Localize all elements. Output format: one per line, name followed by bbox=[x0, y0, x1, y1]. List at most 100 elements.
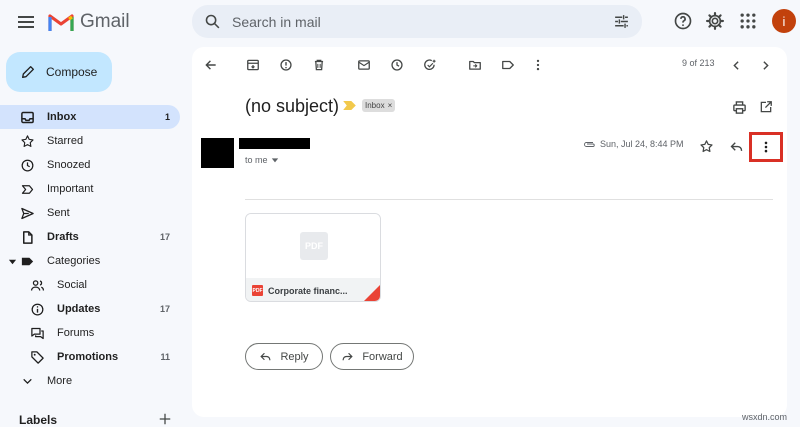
draft-count: 17 bbox=[159, 232, 170, 242]
mark-unread-button[interactable] bbox=[354, 55, 374, 75]
account-avatar[interactable]: i bbox=[772, 9, 796, 33]
sidebar-item-starred[interactable]: Starred bbox=[0, 129, 180, 153]
caret-down-icon bbox=[271, 158, 278, 163]
watermark-text: wsxdn.com bbox=[742, 412, 788, 422]
sender-name-redacted bbox=[239, 138, 310, 149]
clock-icon bbox=[21, 159, 33, 171]
settings-button[interactable] bbox=[705, 11, 725, 31]
open-new-window-button[interactable] bbox=[756, 97, 776, 117]
sidebar-item-social[interactable]: Social bbox=[0, 273, 180, 297]
label-outline-icon bbox=[502, 60, 514, 70]
sidebar-item-inbox[interactable]: Inbox 1 bbox=[0, 105, 180, 129]
apps-grid-icon bbox=[740, 13, 756, 29]
sidebar-item-label: Inbox bbox=[47, 111, 77, 123]
plus-icon bbox=[159, 413, 171, 425]
attachment-card[interactable]: PDF PDF Corporate financ... bbox=[245, 213, 381, 302]
sidebar-item-label: Promotions bbox=[57, 351, 119, 363]
trash-icon bbox=[314, 59, 324, 71]
attachment-filename: Corporate financ... bbox=[268, 285, 348, 296]
message-date: Sun, Jul 24, 8:44 PM bbox=[583, 139, 684, 149]
sidebar-item-label: Social bbox=[57, 279, 87, 291]
sidebar-item-label: Snoozed bbox=[47, 159, 91, 171]
chevron-right-icon bbox=[762, 60, 769, 70]
labels-button[interactable] bbox=[498, 55, 518, 75]
gear-icon bbox=[706, 12, 724, 30]
updates-count: 17 bbox=[159, 304, 170, 314]
report-spam-button[interactable] bbox=[276, 55, 296, 75]
sidebar-item-forums[interactable]: Forums bbox=[0, 321, 180, 345]
sidebar-item-label: Sent bbox=[47, 207, 70, 219]
paperclip-icon bbox=[584, 142, 595, 147]
sidebar-item-label: Important bbox=[47, 183, 94, 195]
sidebar-item-more[interactable]: More bbox=[0, 369, 180, 393]
inbox-label-chip[interactable]: Inbox × bbox=[362, 99, 396, 112]
info-icon bbox=[31, 303, 43, 315]
toolbar-more-button[interactable] bbox=[528, 55, 548, 75]
important-marker-icon[interactable] bbox=[343, 101, 356, 110]
archive-button[interactable] bbox=[243, 55, 263, 75]
message-view: 9 of 213 (no subject) Inbox × to me Sun,… bbox=[192, 47, 787, 417]
older-button[interactable] bbox=[755, 55, 775, 75]
compose-label: Compose bbox=[46, 65, 98, 79]
sidebar-item-label: Forums bbox=[57, 327, 95, 339]
forward-label: Forward bbox=[362, 350, 403, 363]
quick-reply-button[interactable] bbox=[726, 136, 746, 156]
sidebar-item-label: Drafts bbox=[47, 231, 79, 243]
newer-button[interactable] bbox=[726, 55, 746, 75]
caret-down-icon[interactable] bbox=[8, 257, 17, 266]
main-menu-button[interactable] bbox=[14, 10, 38, 34]
attachment-preview: PDF bbox=[246, 214, 380, 278]
sidebar-item-promotions[interactable]: Promotions 11 bbox=[0, 345, 180, 369]
sidebar-item-sent[interactable]: Sent bbox=[0, 201, 180, 225]
sidebar-item-important[interactable]: Important bbox=[0, 177, 180, 201]
compose-button[interactable]: Compose bbox=[6, 52, 112, 92]
sidebar-item-drafts[interactable]: Drafts 17 bbox=[0, 225, 180, 249]
more-vert-icon bbox=[764, 141, 768, 153]
send-icon bbox=[20, 207, 34, 219]
remove-label-icon[interactable]: × bbox=[388, 101, 393, 110]
sidebar-item-label: More bbox=[47, 375, 73, 387]
sidebar-nav: Inbox 1 Starred Snoozed Important Sent D… bbox=[0, 105, 180, 393]
pdf-corner-icon bbox=[364, 285, 380, 301]
important-icon bbox=[21, 184, 33, 194]
star-icon bbox=[20, 134, 34, 147]
sidebar-item-snoozed[interactable]: Snoozed bbox=[0, 153, 180, 177]
search-options-icon[interactable] bbox=[613, 13, 630, 30]
pdf-preview-icon: PDF bbox=[300, 232, 328, 260]
search-icon[interactable] bbox=[204, 13, 221, 30]
reply-button[interactable]: Reply bbox=[245, 343, 323, 370]
snooze-button[interactable] bbox=[387, 55, 407, 75]
forward-icon bbox=[342, 352, 354, 361]
back-button[interactable] bbox=[201, 55, 221, 75]
print-icon bbox=[732, 100, 746, 114]
gmail-logo[interactable]: Gmail bbox=[48, 10, 130, 34]
chip-label: Inbox bbox=[365, 101, 385, 110]
sidebar-item-label: Starred bbox=[47, 135, 84, 147]
move-to-button[interactable] bbox=[465, 55, 485, 75]
star-icon bbox=[699, 139, 713, 152]
search-bar[interactable] bbox=[192, 5, 642, 38]
attachment-divider bbox=[245, 199, 773, 200]
sidebar-item-label: Updates bbox=[57, 303, 101, 315]
add-to-tasks-button[interactable] bbox=[420, 55, 440, 75]
create-label-button[interactable] bbox=[158, 412, 172, 426]
folder-move-icon bbox=[469, 60, 481, 70]
sidebar-item-updates[interactable]: Updates 17 bbox=[0, 297, 180, 321]
support-button[interactable] bbox=[673, 11, 693, 31]
task-add-icon bbox=[424, 59, 436, 71]
message-more-options-button[interactable] bbox=[749, 132, 783, 162]
print-button[interactable] bbox=[729, 97, 749, 117]
delete-button[interactable] bbox=[309, 55, 329, 75]
date-text: Sun, Jul 24, 8:44 PM bbox=[600, 139, 684, 149]
search-input[interactable] bbox=[232, 5, 592, 38]
star-message-button[interactable] bbox=[696, 136, 716, 156]
forward-button[interactable]: Forward bbox=[330, 343, 414, 370]
apps-button[interactable] bbox=[738, 11, 758, 31]
reply-label: Reply bbox=[280, 350, 309, 363]
recipient-details[interactable]: to me bbox=[245, 155, 279, 165]
sidebar-item-categories[interactable]: Categories bbox=[0, 249, 180, 273]
reply-icon bbox=[730, 141, 742, 151]
to-me-text: to me bbox=[245, 155, 268, 165]
gmail-wordmark: Gmail bbox=[80, 11, 130, 32]
arrow-back-icon bbox=[205, 60, 216, 70]
